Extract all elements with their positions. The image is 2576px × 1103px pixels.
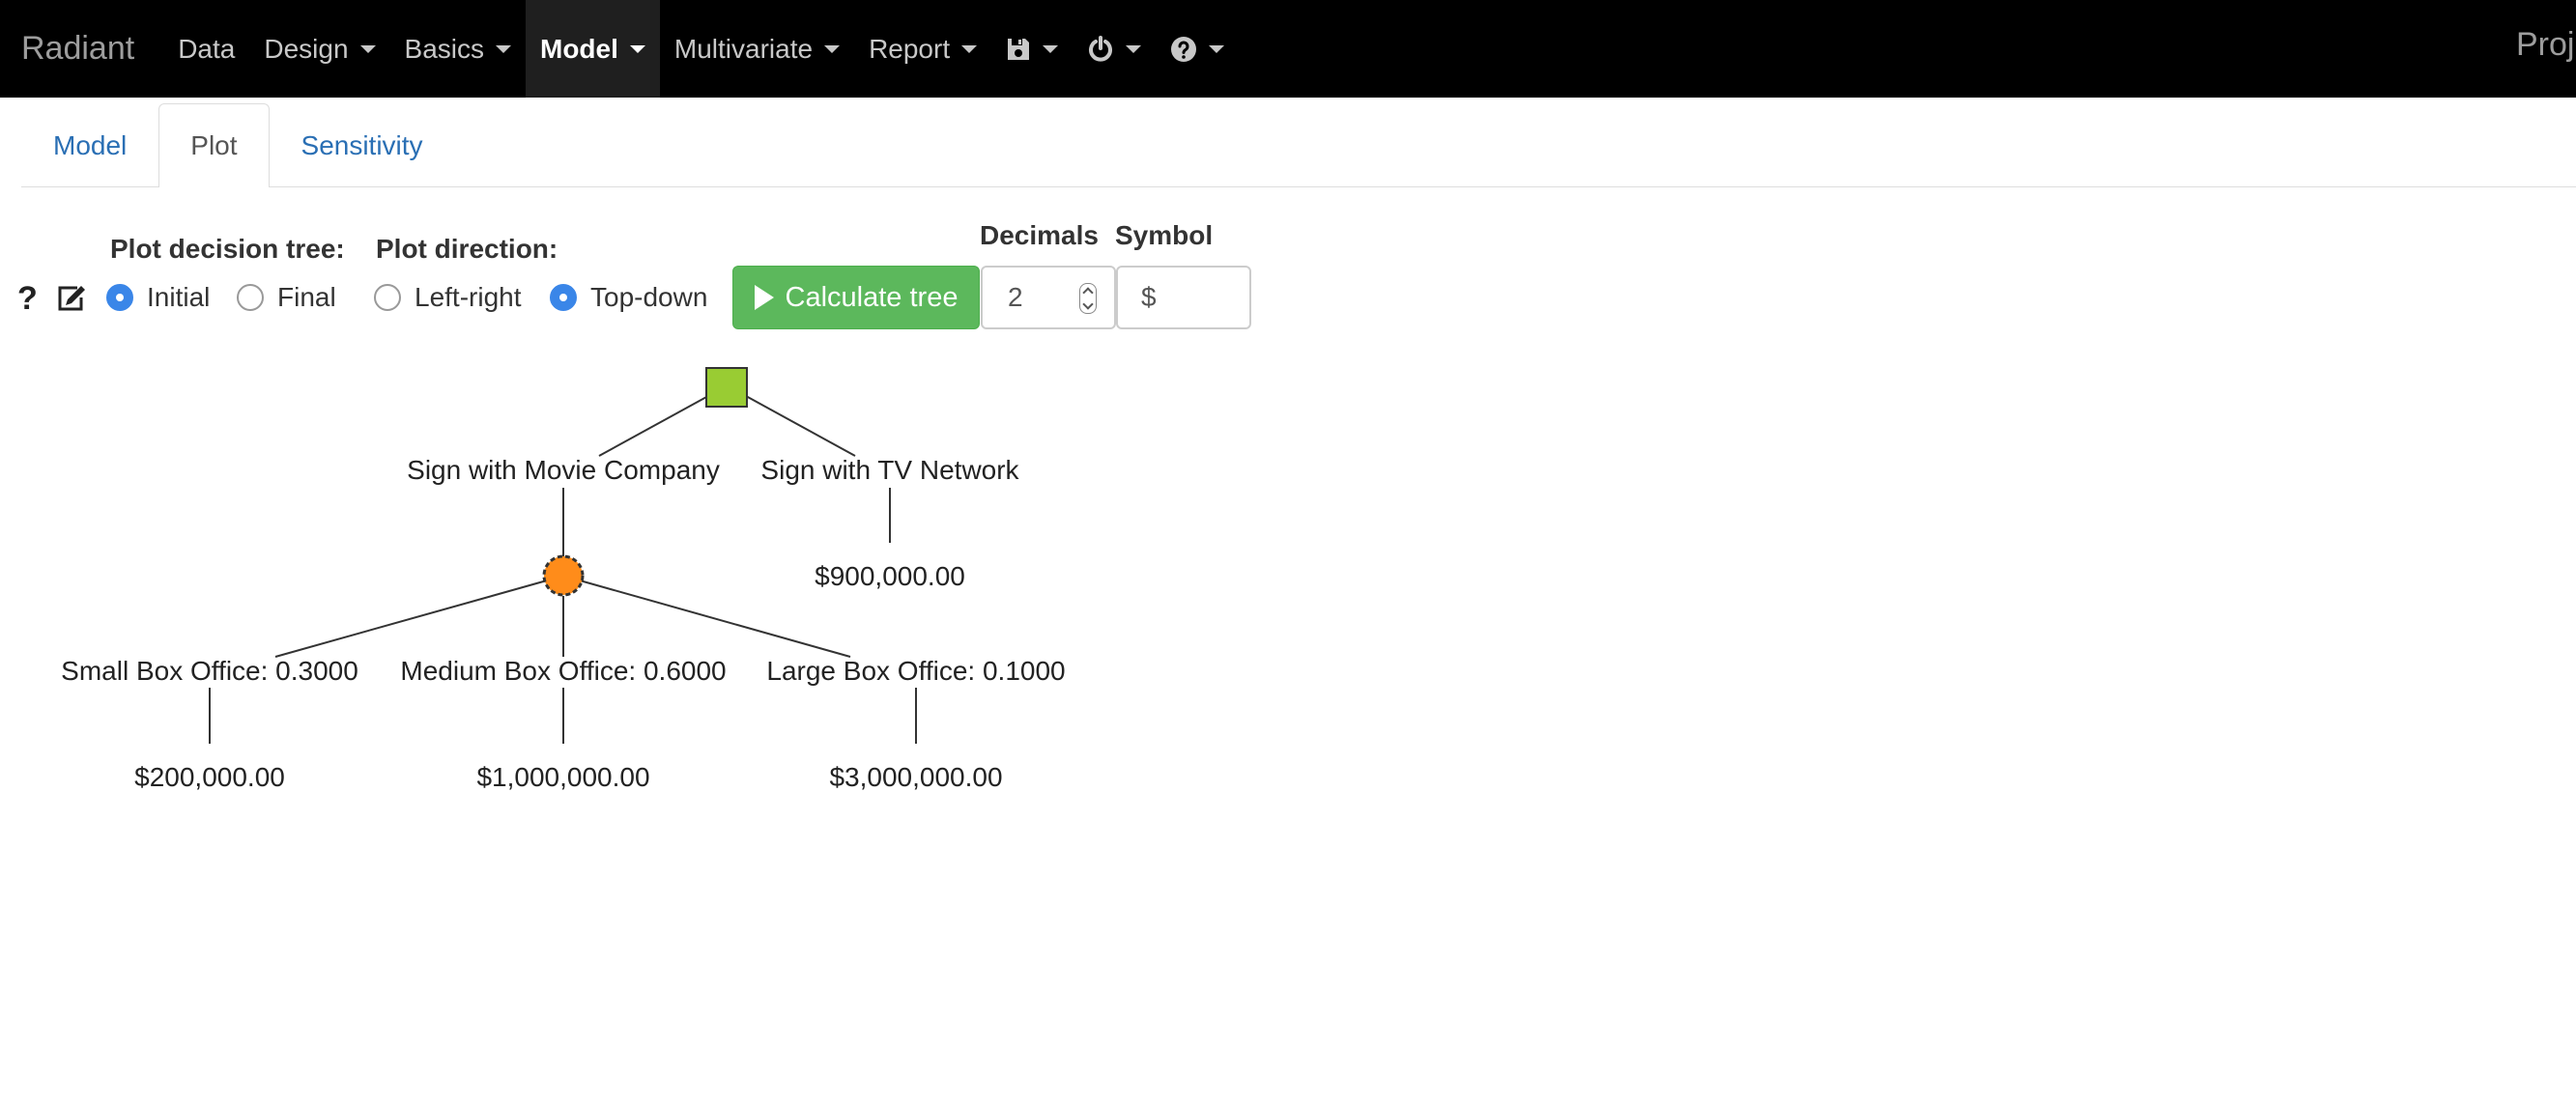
edge-tv: [745, 395, 856, 457]
radio-left-right-circle[interactable]: [374, 284, 401, 311]
tv-payoff-label: $900,000.00: [815, 561, 965, 591]
symbol-label: Symbol: [1115, 220, 1214, 250]
branch-tv-label: Sign with TV Network: [760, 455, 1019, 485]
help-icon[interactable]: ?: [17, 280, 38, 318]
plot-tree-label: Plot decision tree:: [110, 234, 345, 264]
chance-node[interactable]: [542, 554, 585, 597]
edge-small: [274, 580, 548, 658]
nav-data[interactable]: Data: [163, 0, 249, 98]
nav-report[interactable]: Report: [854, 0, 991, 98]
outcome-large-payoff: $3,000,000.00: [829, 762, 1002, 792]
brand[interactable]: Radiant: [21, 30, 134, 68]
plot-direction-label: Plot direction:: [376, 234, 558, 264]
edit-icon[interactable]: [56, 284, 87, 318]
nav-power[interactable]: [1073, 0, 1156, 98]
nav-save[interactable]: [991, 0, 1073, 98]
radio-top-down[interactable]: Top-down: [550, 282, 707, 313]
decimals-value: 2: [1008, 282, 1023, 312]
nav-multivariate-label: Multivariate: [673, 33, 814, 64]
tab-sensitivity[interactable]: Sensitivity: [270, 103, 455, 186]
outcome-medium-label: Medium Box Office: 0.6000: [400, 656, 726, 686]
decimals-label: Decimals: [980, 220, 1099, 250]
spinner-icon[interactable]: [1079, 283, 1097, 314]
branch-movie-label: Sign with Movie Company: [407, 455, 720, 485]
radio-top-down-circle[interactable]: [550, 284, 577, 311]
nav-design-label: Design: [264, 33, 349, 64]
outcome-large-label: Large Box Office: 0.1000: [766, 656, 1065, 686]
radio-final-circle[interactable]: [237, 284, 264, 311]
symbol-input[interactable]: $: [1116, 266, 1251, 329]
caret-down-icon: [961, 44, 978, 53]
caret-down-icon: [496, 44, 511, 53]
nav-model[interactable]: Model: [526, 0, 660, 98]
caret-down-icon: [824, 44, 841, 53]
edge-movie: [598, 395, 709, 457]
tab-bar: Model Plot Sensitivity: [21, 103, 2576, 187]
calculate-tree-label: Calculate tree: [785, 281, 959, 313]
nav-data-label: Data: [178, 33, 236, 64]
nav-report-label: Report: [869, 33, 951, 64]
nav-basics-label: Basics: [404, 33, 484, 64]
radio-final-label: Final: [277, 282, 336, 312]
project-label[interactable]: Proj: [2516, 26, 2574, 64]
edge-large: [579, 580, 851, 658]
caret-down-icon: [359, 44, 376, 53]
outcome-small-payoff: $200,000.00: [134, 762, 285, 792]
radio-final[interactable]: Final: [237, 282, 336, 313]
radio-left-right-label: Left-right: [415, 282, 522, 312]
nav-model-label: Model: [540, 33, 618, 64]
nav-help[interactable]: [1156, 0, 1239, 98]
decimals-input[interactable]: 2: [981, 266, 1116, 329]
radio-left-right[interactable]: Left-right: [374, 282, 522, 313]
symbol-value: $: [1141, 282, 1157, 312]
radio-initial-label: Initial: [147, 282, 211, 312]
decision-tree: Sign with Movie Company Sign with TV Net…: [61, 367, 1066, 792]
radio-top-down-label: Top-down: [590, 282, 708, 312]
radio-initial-circle[interactable]: [106, 284, 133, 311]
calculate-tree-button[interactable]: Calculate tree: [732, 266, 980, 329]
play-icon: [754, 285, 774, 310]
power-icon: [1087, 35, 1114, 63]
question-circle-icon: [1170, 36, 1197, 63]
caret-down-icon: [1209, 44, 1225, 53]
outcome-small-label: Small Box Office: 0.3000: [61, 656, 358, 686]
nav-multivariate[interactable]: Multivariate: [660, 0, 854, 98]
caret-down-icon: [1043, 44, 1059, 53]
tab-plot[interactable]: Plot: [158, 103, 270, 187]
save-icon: [1006, 37, 1031, 62]
caret-down-icon: [629, 44, 645, 53]
tab-model[interactable]: Model: [21, 103, 158, 186]
caret-down-icon: [1126, 44, 1142, 53]
navbar: Radiant Data Design Basics Model Multiva…: [0, 0, 2576, 98]
nav-design[interactable]: Design: [249, 0, 389, 98]
decision-node[interactable]: [705, 367, 748, 408]
nav-basics[interactable]: Basics: [390, 0, 526, 98]
radio-initial[interactable]: Initial: [106, 282, 210, 313]
outcome-medium-payoff: $1,000,000.00: [476, 762, 649, 792]
